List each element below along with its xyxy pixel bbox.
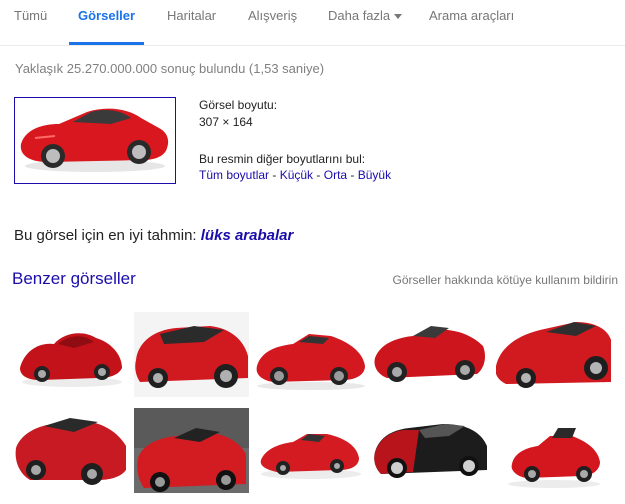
tab-more-label: Daha fazla bbox=[328, 8, 391, 23]
tab-more[interactable]: Daha fazla bbox=[328, 8, 403, 23]
car-image bbox=[373, 408, 488, 493]
best-guess: Bu görsel için en iyi tahmin: lüks araba… bbox=[14, 227, 293, 244]
car-image bbox=[373, 312, 488, 397]
car-image bbox=[253, 408, 368, 493]
size-link-small[interactable]: Küçük bbox=[280, 168, 313, 182]
car-image bbox=[20, 108, 169, 172]
query-image[interactable] bbox=[14, 97, 176, 184]
car-image bbox=[134, 408, 249, 493]
car-image bbox=[14, 408, 129, 493]
car-image bbox=[134, 312, 249, 397]
similar-image[interactable] bbox=[134, 408, 249, 493]
result-stats: Yaklaşık 25.270.000.000 sonuç bulundu (1… bbox=[15, 61, 325, 76]
size-link-medium[interactable]: Orta bbox=[324, 168, 347, 182]
size-link-separator: - bbox=[347, 168, 358, 182]
tab-images[interactable]: Görseller bbox=[78, 8, 135, 23]
active-tab-indicator bbox=[69, 42, 144, 45]
best-guess-query-link[interactable]: lüks arabalar bbox=[201, 227, 294, 244]
tab-maps[interactable]: Haritalar bbox=[167, 8, 216, 23]
similar-image[interactable] bbox=[373, 312, 488, 397]
size-link-large[interactable]: Büyük bbox=[358, 168, 391, 182]
report-abuse-link[interactable]: Görseller hakkında kötüye kullanım bildi… bbox=[393, 273, 618, 287]
size-links: Tüm boyutlar - Küçük - Orta - Büyük bbox=[199, 168, 391, 182]
similar-image[interactable] bbox=[14, 312, 129, 397]
car-image bbox=[496, 312, 611, 397]
chevron-down-icon bbox=[394, 14, 403, 20]
tab-search-tools[interactable]: Arama araçları bbox=[429, 8, 514, 23]
similar-image[interactable] bbox=[253, 408, 368, 493]
similar-image[interactable] bbox=[14, 408, 129, 493]
size-link-separator: - bbox=[313, 168, 324, 182]
tab-all[interactable]: Tümü bbox=[14, 8, 47, 23]
car-image bbox=[14, 312, 129, 397]
similar-images-title[interactable]: Benzer görseller bbox=[12, 269, 136, 289]
similar-image[interactable] bbox=[496, 408, 611, 493]
search-tabs: Tümü Görseller Haritalar Alışveriş Daha … bbox=[0, 0, 625, 46]
tab-shopping[interactable]: Alışveriş bbox=[248, 8, 297, 23]
similar-image[interactable] bbox=[253, 312, 368, 397]
image-size-label: Görsel boyutu: bbox=[199, 98, 278, 112]
size-link-all[interactable]: Tüm boyutlar bbox=[199, 168, 269, 182]
car-image bbox=[253, 312, 368, 397]
other-sizes-label: Bu resmin diğer boyutlarını bul: bbox=[199, 152, 366, 166]
similar-image[interactable] bbox=[373, 408, 488, 493]
image-size-value: 307 × 164 bbox=[199, 115, 253, 129]
car-image bbox=[496, 408, 611, 493]
size-link-separator: - bbox=[269, 168, 280, 182]
similar-image[interactable] bbox=[134, 312, 249, 397]
similar-image[interactable] bbox=[496, 312, 611, 397]
best-guess-prefix: Bu görsel için en iyi tahmin: bbox=[14, 227, 201, 244]
